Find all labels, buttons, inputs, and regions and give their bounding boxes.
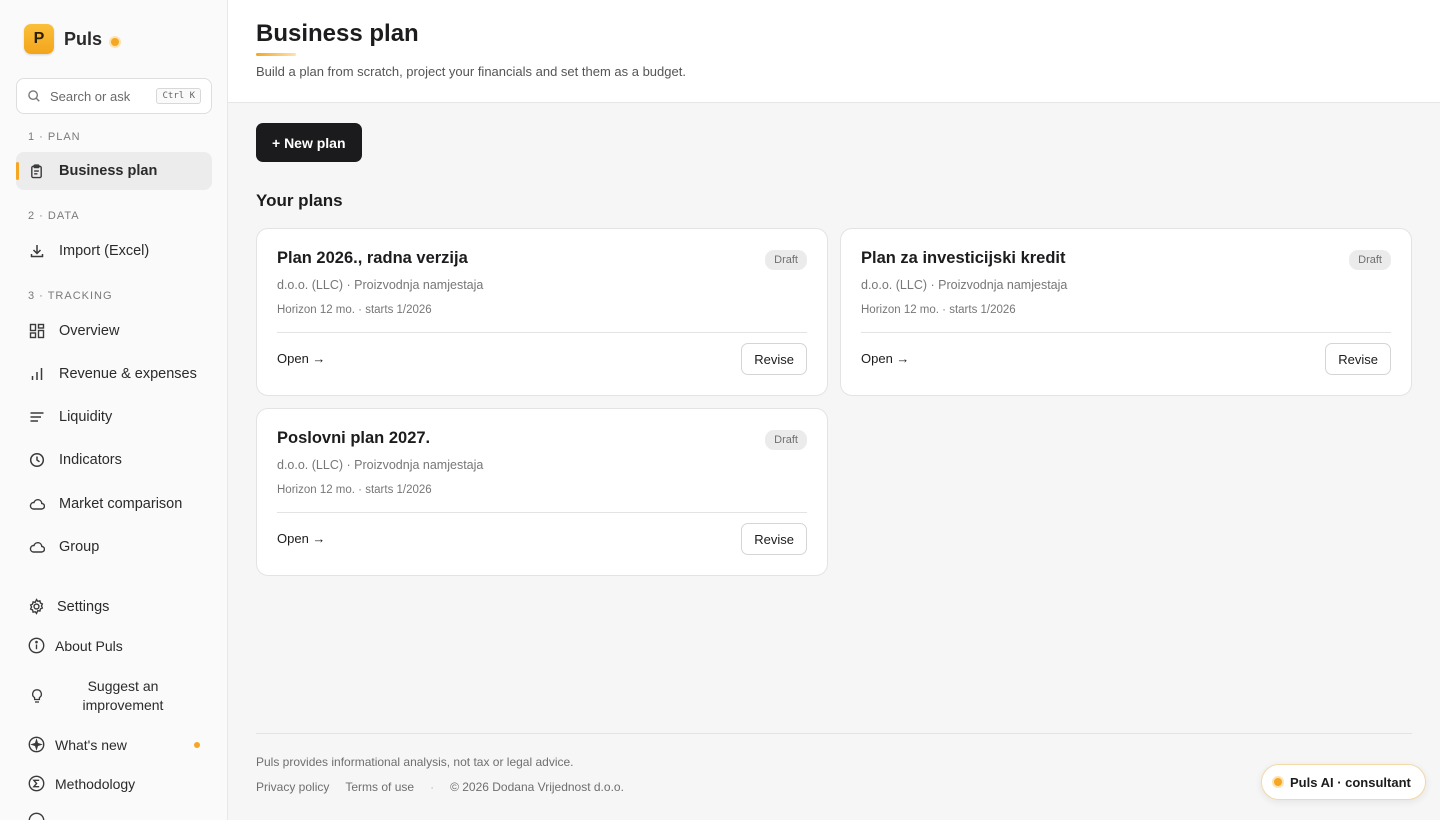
plan-title: Poslovni plan 2027. xyxy=(277,429,431,447)
terms-of-use-link[interactable]: Terms of use xyxy=(345,780,414,794)
sidebar-item-methodology[interactable]: Methodology xyxy=(16,775,212,792)
open-plan-link[interactable]: Open → xyxy=(277,351,325,366)
plans-heading: Your plans xyxy=(256,191,343,210)
bar-chart-icon xyxy=(28,366,45,383)
sidebar-item-overview[interactable]: Overview xyxy=(16,312,212,350)
sidebar-item-settings[interactable]: Settings xyxy=(16,598,212,615)
sidebar-item-group[interactable]: Group xyxy=(16,528,212,566)
cloud-icon xyxy=(28,539,45,556)
sidebar: P Puls Ctrl K 1 · PLAN Business plan 2 ·… xyxy=(0,0,228,820)
grid-icon xyxy=(28,323,45,340)
sidebar-item-label: Business plan xyxy=(59,163,158,179)
sidebar-item-label: About Puls xyxy=(55,637,123,654)
sidebar-item-business-plan[interactable]: Business plan xyxy=(16,152,212,190)
section-label-tracking: 3 · TRACKING xyxy=(28,290,113,302)
plan-title: Plan 2026., radna verzija xyxy=(277,249,468,267)
divider xyxy=(861,332,1391,333)
section-label-data: 2 · DATA xyxy=(28,210,80,222)
lines-icon xyxy=(28,409,45,426)
revise-button[interactable]: Revise xyxy=(1325,343,1391,375)
status-badge: Draft xyxy=(765,250,807,270)
sidebar-item-label: What's new xyxy=(55,736,127,753)
new-plan-button[interactable]: + New plan xyxy=(256,123,362,162)
info-icon xyxy=(28,637,45,654)
shortcut-hint: Ctrl K xyxy=(156,88,201,104)
sidebar-item-label: Group xyxy=(59,539,100,555)
sidebar-item-label: Revenue & expenses xyxy=(59,366,197,382)
sidebar-item-label: Methodology xyxy=(55,775,136,792)
clock-icon xyxy=(28,452,45,469)
divider xyxy=(277,512,807,513)
plan-card: Plan 2026., radna verzija Draft d.o.o. (… xyxy=(256,228,828,396)
copyright-text: © 2026 Dodana Vrijednost d.o.o. xyxy=(450,780,624,794)
plan-meta: d.o.o. (LLC) · Proizvodnja namjestaja xyxy=(277,278,484,292)
plan-horizon: Horizon 12 mo. · starts 1/2026 xyxy=(277,484,432,496)
sidebar-item-import-excel[interactable]: Import (Excel) xyxy=(16,232,212,270)
sidebar-item-label: Import (Excel) xyxy=(59,243,150,259)
gear-icon xyxy=(28,598,45,615)
revise-button[interactable]: Revise xyxy=(741,523,807,555)
search-icon xyxy=(28,90,40,102)
lightbulb-icon xyxy=(28,688,45,705)
sparkle-icon xyxy=(28,736,45,753)
brand-name: Puls xyxy=(64,28,103,49)
plan-card: Plan za investicijski kredit Draft d.o.o… xyxy=(840,228,1412,396)
page-subtitle: Build a plan from scratch, project your … xyxy=(256,64,686,79)
sidebar-item-about[interactable]: About Puls xyxy=(16,637,212,654)
sidebar-item-label: Settings xyxy=(57,598,110,615)
sidebar-item-partial[interactable] xyxy=(16,812,212,820)
footer-divider xyxy=(256,733,1412,734)
ai-consultant-button[interactable]: Puls AI · consultant xyxy=(1261,764,1426,800)
sidebar-item-market-comparison[interactable]: Market comparison xyxy=(16,485,212,523)
sidebar-item-label: Indicators xyxy=(59,452,122,468)
plan-meta: d.o.o. (LLC) · Proizvodnja namjestaja xyxy=(861,278,1068,292)
ai-consultant-label: Puls AI · consultant xyxy=(1290,774,1411,790)
ai-status-dot xyxy=(1274,778,1282,786)
page-title: Business plan xyxy=(256,20,419,47)
sidebar-item-label: Overview xyxy=(59,323,120,339)
revise-button[interactable]: Revise xyxy=(741,343,807,375)
title-accent-bar xyxy=(256,53,296,56)
section-label-plan: 1 · PLAN xyxy=(28,131,81,143)
sidebar-item-label: Suggest an improvement xyxy=(82,678,164,713)
search-input[interactable] xyxy=(50,88,150,104)
open-plan-link[interactable]: Open → xyxy=(277,531,325,546)
new-indicator-dot xyxy=(194,741,200,748)
brand-logo: P xyxy=(24,24,54,54)
plan-title: Plan za investicijski kredit xyxy=(861,249,1066,267)
sidebar-item-indicators[interactable]: Indicators xyxy=(16,441,212,479)
download-icon xyxy=(28,243,45,260)
sidebar-item-whats-new[interactable]: What's new xyxy=(16,736,212,753)
sidebar-item-label: Market comparison xyxy=(59,496,183,512)
separator: · xyxy=(430,780,435,794)
status-badge: Draft xyxy=(765,430,807,450)
sidebar-item-suggest[interactable]: Suggest an improvement xyxy=(16,677,212,715)
open-plan-link[interactable]: Open → xyxy=(861,351,909,366)
page-header: Business plan Build a plan from scratch,… xyxy=(228,0,1440,103)
disclaimer-text: Puls provides informational analysis, no… xyxy=(256,755,574,769)
sigma-icon xyxy=(28,775,45,792)
plan-horizon: Horizon 12 mo. · starts 1/2026 xyxy=(861,304,1016,316)
plan-meta: d.o.o. (LLC) · Proizvodnja namjestaja xyxy=(277,458,484,472)
sidebar-item-liquidity[interactable]: Liquidity xyxy=(16,398,212,436)
circle-icon xyxy=(28,812,45,820)
sidebar-item-label: Liquidity xyxy=(59,409,113,425)
plan-card: Poslovni plan 2027. Draft d.o.o. (LLC) ·… xyxy=(256,408,828,576)
divider xyxy=(277,332,807,333)
search-box[interactable]: Ctrl K xyxy=(16,78,212,114)
status-badge: Draft xyxy=(1349,250,1391,270)
status-dot xyxy=(111,37,120,46)
plan-horizon: Horizon 12 mo. · starts 1/2026 xyxy=(277,304,432,316)
sidebar-item-revenue-expenses[interactable]: Revenue & expenses xyxy=(16,355,212,393)
brand[interactable]: P Puls xyxy=(24,24,120,54)
footer-links: Privacy policy Terms of use · © 2026 Dod… xyxy=(256,780,624,794)
clipboard-icon xyxy=(28,163,45,180)
cloud-icon xyxy=(28,496,45,513)
privacy-policy-link[interactable]: Privacy policy xyxy=(256,780,329,794)
